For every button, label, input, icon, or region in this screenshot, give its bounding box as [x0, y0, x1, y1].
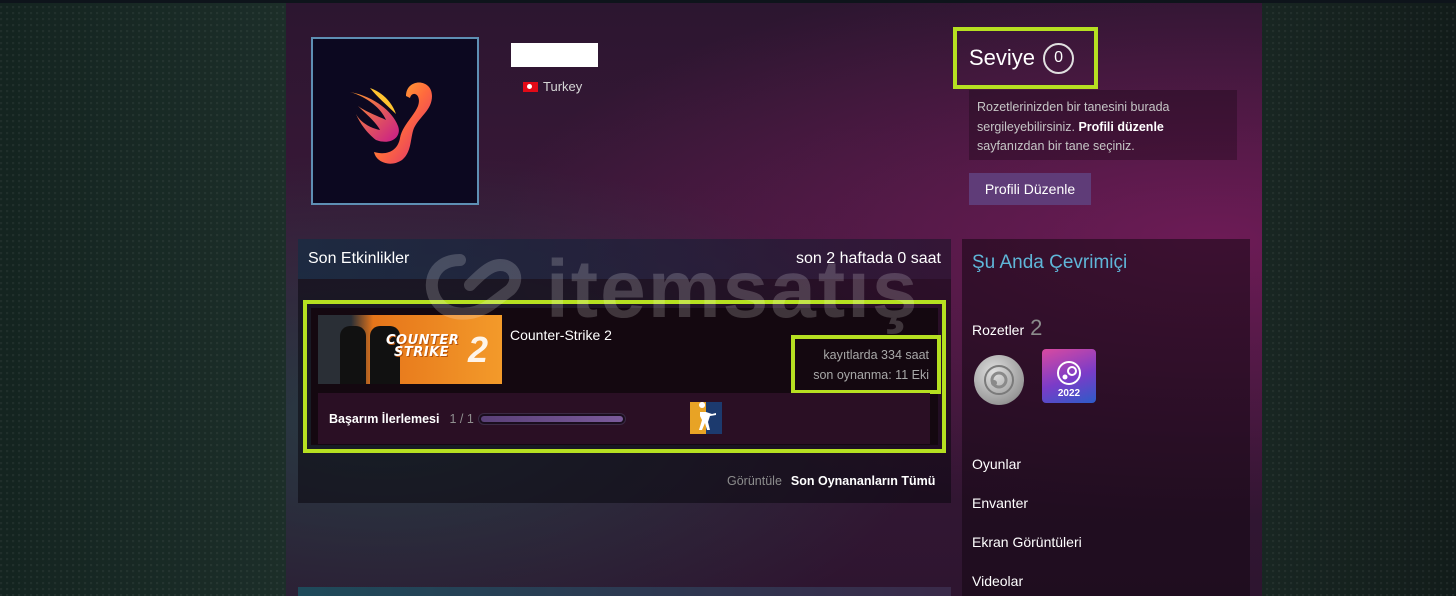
- capsule-logo-line-2: STRIKE: [394, 345, 450, 360]
- badge-showcase-hint: Rozetlerinizden bir tanesini burada serg…: [969, 90, 1237, 160]
- edit-profile-button[interactable]: Profili Düzenle: [969, 173, 1091, 205]
- edit-profile-link[interactable]: Profili düzenle: [1078, 120, 1163, 134]
- recent-activity-header: Son Etkinlikler son 2 haftada 0 saat: [298, 239, 951, 279]
- last-played: son oynanma: 11 Eki: [813, 367, 929, 382]
- achievement-progress-row[interactable]: Başarım İlerlemesi 1 / 1: [318, 393, 930, 444]
- country-label: Turkey: [543, 79, 583, 94]
- country-location: Turkey: [523, 79, 582, 94]
- sidebar-link-videos[interactable]: Videolar: [972, 573, 1023, 589]
- recent-activity-title: Son Etkinlikler: [308, 250, 410, 267]
- recent-activity-summary: son 2 haftada 0 saat: [796, 250, 941, 267]
- view-label: Görüntüle: [727, 474, 782, 488]
- sidebar-link-screenshots[interactable]: Ekran Görüntüleri: [972, 534, 1082, 550]
- badges-label: Rozetler: [972, 322, 1025, 338]
- view-all-recent-link[interactable]: Son Oynananların Tümü: [791, 474, 935, 488]
- achievement-count: 1 / 1: [449, 411, 474, 426]
- achievement-label: Başarım İlerlemesi: [329, 411, 440, 426]
- achievement-progress-bar: [477, 412, 626, 425]
- game-title-link[interactable]: Counter-Strike 2: [510, 327, 612, 343]
- hours-on-record: kayıtlarda 334 saat: [823, 347, 929, 362]
- profile-level[interactable]: Seviye 0: [953, 27, 1098, 89]
- soldier-silhouette-icon: [699, 402, 716, 430]
- capsule-logo-number: 2: [468, 329, 489, 370]
- achievement-progress-fill: [480, 415, 623, 422]
- avatar[interactable]: [311, 37, 479, 205]
- turkey-flag-icon: [523, 81, 538, 92]
- badge-years-of-service-icon[interactable]: [974, 355, 1024, 405]
- badges-section[interactable]: Rozetler 2: [972, 315, 1042, 341]
- steam-logo-icon: [1057, 361, 1081, 385]
- game-capsule-image[interactable]: COUNTER STRIKE 2: [318, 315, 502, 384]
- badge-hint-text-2: sayfanızdan bir tane seçiniz.: [977, 139, 1135, 153]
- badges-count: 2: [1030, 315, 1043, 340]
- level-label: Seviye: [969, 45, 1036, 70]
- online-status: Şu Anda Çevrimiçi: [972, 252, 1128, 273]
- profile-name-redacted: [511, 43, 598, 67]
- capsule-figure: [340, 326, 366, 384]
- achievement-icon[interactable]: [690, 402, 722, 434]
- game-stats: kayıtlarda 334 saat son oynanma: 11 Eki: [791, 335, 941, 394]
- next-section-header: [298, 587, 951, 596]
- badge-2022-icon[interactable]: 2022: [1042, 349, 1096, 403]
- level-value-badge: 0: [1043, 42, 1075, 74]
- silver-coin-icon: [984, 365, 1014, 395]
- view-all-recent: Görüntüle Son Oynananların Tümü: [727, 474, 935, 488]
- sidebar-link-games[interactable]: Oyunlar: [972, 456, 1021, 472]
- swan-logo-icon: [350, 82, 432, 164]
- capsule-logo-text: COUNTER STRIKE: [386, 334, 459, 360]
- sidebar-link-inventory[interactable]: Envanter: [972, 495, 1028, 511]
- badge-year: 2022: [1057, 388, 1081, 399]
